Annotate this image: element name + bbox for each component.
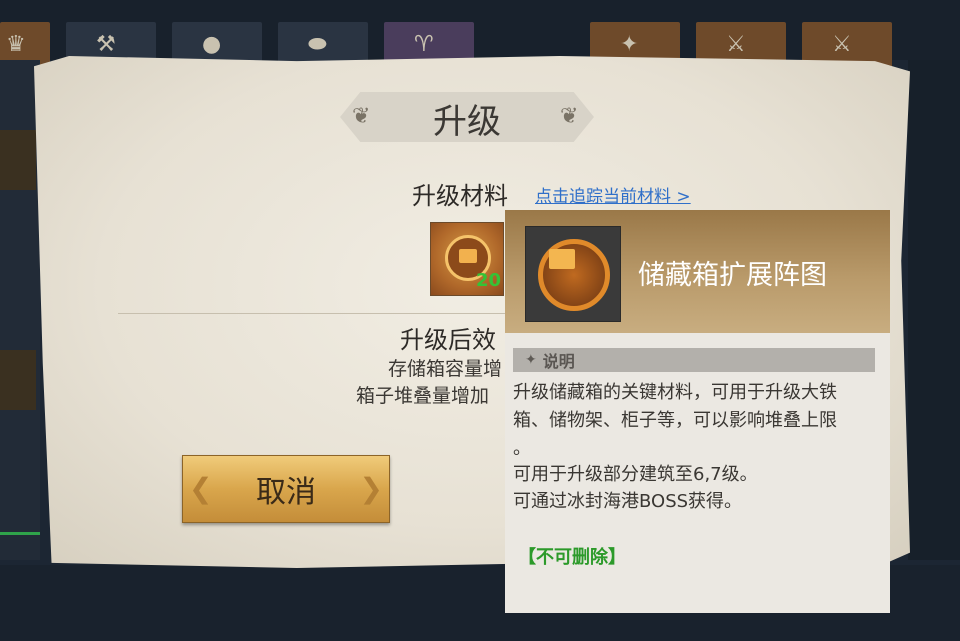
- progress-line: [0, 532, 40, 535]
- dialog-title: 升级: [433, 102, 501, 142]
- description-line: 箱、储物架、柜子等，可以影响堆叠上限: [513, 410, 837, 431]
- item-tooltip: 储藏箱扩展阵图 ✦ 说明 升级储藏箱的关键材料，可用于升级大铁 箱、储物架、柜子…: [505, 210, 890, 613]
- chevron-right-icon: ❯: [359, 472, 383, 505]
- storage-chest-diagram-icon: [525, 226, 621, 322]
- cancel-button[interactable]: ❮ 取消 ❯: [182, 455, 390, 523]
- material-count: 20: [476, 270, 502, 291]
- divider: [118, 313, 508, 314]
- effects-label: 升级后效: [400, 326, 496, 354]
- description-section-header: ✦ 说明: [513, 348, 875, 372]
- creature-icon: ✦: [620, 32, 639, 57]
- description-line: 可通过冰封海港BOSS获得。: [513, 491, 743, 512]
- description-line: 。: [513, 438, 531, 459]
- inventory-slot[interactable]: [0, 350, 36, 410]
- crown-icon: ♛: [6, 32, 26, 57]
- sheep-icon: ♈: [414, 32, 434, 57]
- track-materials-link[interactable]: 点击追踪当前材料 >: [535, 182, 691, 207]
- materials-label: 升级材料: [412, 182, 508, 210]
- tool-icon: ⚒: [96, 32, 116, 57]
- effect-line: 箱子堆叠量增加: [356, 385, 490, 407]
- bag-icon: ●: [202, 32, 222, 57]
- diamond-icon: ✦: [525, 352, 537, 368]
- description-line: 可用于升级部分建筑至6,7级。: [513, 464, 758, 485]
- item-name: 储藏箱扩展阵图: [638, 260, 827, 291]
- undeletable-flag: 【不可删除】: [518, 547, 626, 568]
- tooltip-header: 储藏箱扩展阵图: [505, 210, 890, 333]
- weapon-icon: ⚔: [726, 32, 746, 57]
- blade-icon: ⚔: [832, 32, 852, 57]
- rock-icon: ⬬: [308, 32, 327, 57]
- chevron-left-icon: ❮: [189, 472, 213, 505]
- description-line: 升级储藏箱的关键材料，可用于升级大铁: [513, 382, 837, 403]
- section-label: 说明: [542, 352, 575, 371]
- cancel-label: 取消: [256, 475, 316, 510]
- effect-line: 存储箱容量增: [388, 358, 503, 380]
